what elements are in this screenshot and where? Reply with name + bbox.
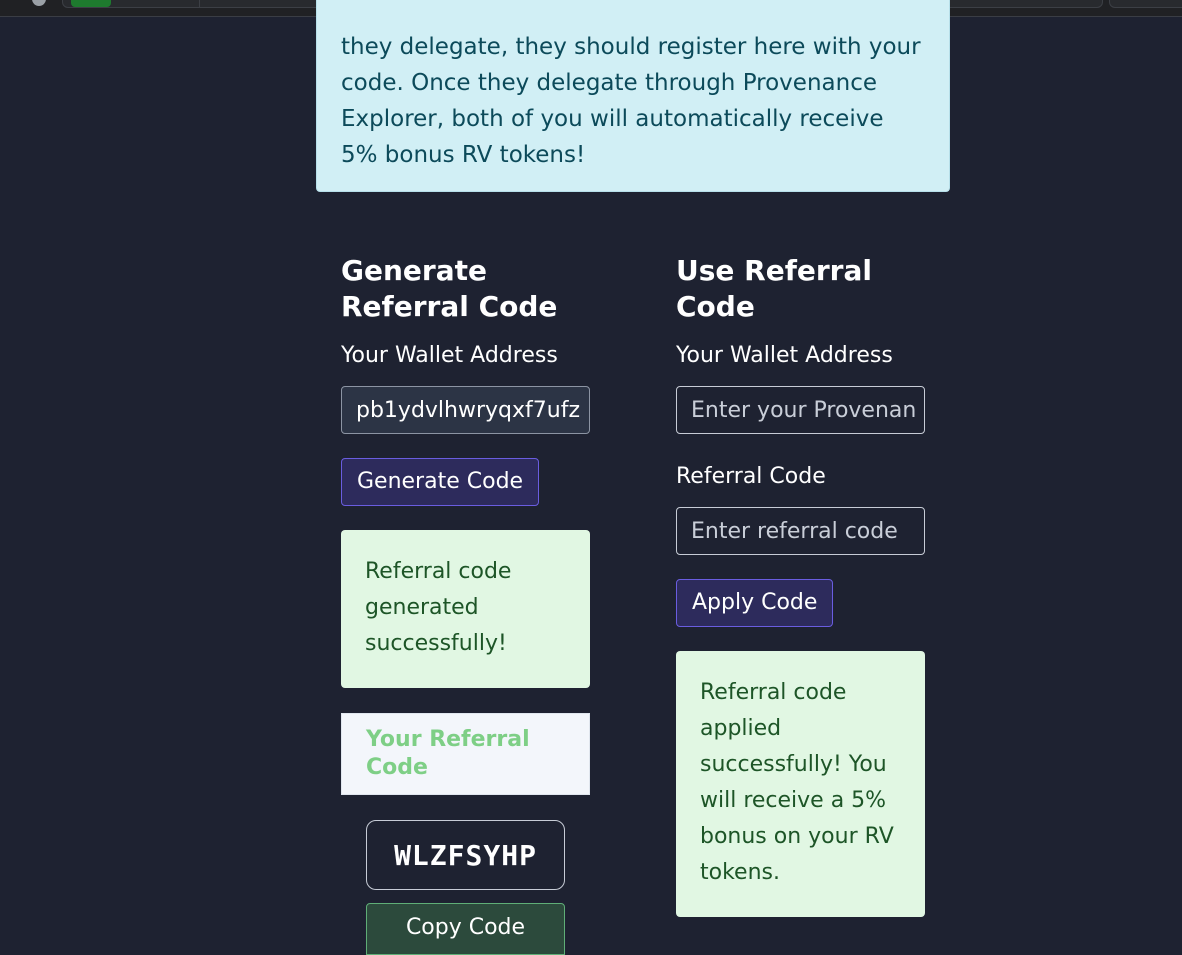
generate-code-button[interactable]: Generate Code [341,458,540,506]
referral-card-title: Your Referral Code [366,727,530,780]
use-wallet-label: Your Wallet Address [676,343,893,368]
generate-referral-section: Generate Referral Code Your Wallet Addre… [341,253,590,955]
generate-title: Generate Referral Code [341,254,558,323]
apply-success-alert: Referral code applied successfully! You … [676,651,925,917]
use-wallet-placeholder: Enter your Provenan [691,397,917,423]
referral-code-display: WLZFSYHP [366,820,565,890]
generate-wallet-value: pb1ydvlhwryqxf7ufz [356,397,581,423]
browser-icon[interactable] [32,0,46,6]
referral-code-placeholder: Enter referral code [691,518,898,544]
info-alert: they delegate, they should register here… [316,0,950,192]
apply-code-button[interactable]: Apply Code [676,579,834,627]
use-wallet-input[interactable]: Enter your Provenan [676,386,925,434]
referral-code-input[interactable]: Enter referral code [676,507,925,555]
use-title: Use Referral Code [676,254,872,323]
use-referral-section: Use Referral Code Your Wallet Address En… [676,253,925,917]
generate-success-alert: Referral code generated successfully! [341,530,590,688]
apply-success-text: Referral code applied successfully! You … [700,680,894,885]
generate-success-text: Referral code generated successfully! [365,559,512,656]
address-divider [199,0,200,8]
generate-wallet-label: Your Wallet Address [341,343,558,368]
security-badge[interactable] [71,0,111,7]
referral-code-label: Referral Code [676,464,826,489]
copy-code-button[interactable]: Copy Code [366,903,565,955]
generate-wallet-input[interactable]: pb1ydvlhwryqxf7ufz [341,386,590,434]
info-text: they delegate, they should register here… [341,34,921,168]
referral-code-card: Your Referral Code [341,713,590,795]
extension-area[interactable] [1109,0,1182,8]
